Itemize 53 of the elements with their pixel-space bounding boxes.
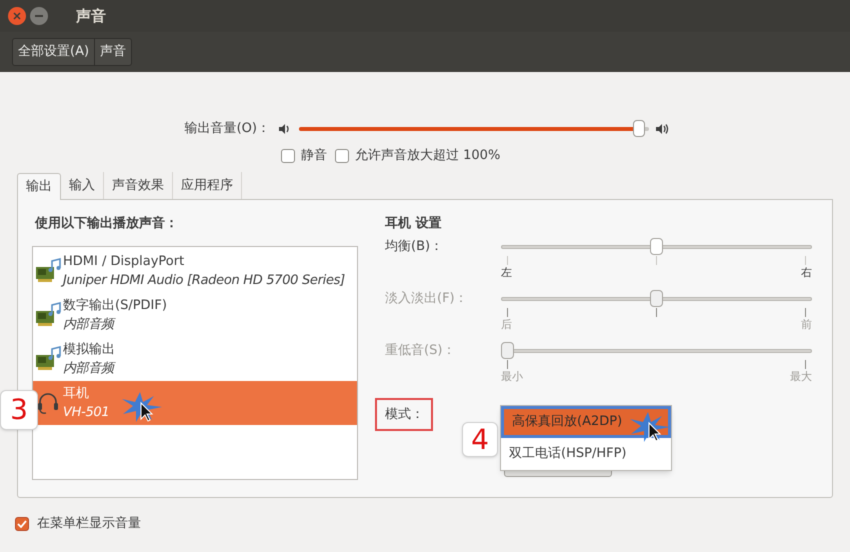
device-row[interactable]: HDMI / DisplayPort Juniper HDMI Audio [Radeon HD 5700 Series]	[33, 249, 357, 293]
close-button[interactable]	[8, 7, 26, 25]
device-name: HDMI / DisplayPort	[63, 253, 186, 271]
click-cursor-icon	[120, 390, 164, 424]
slider-track[interactable]	[501, 238, 812, 256]
volume-slider[interactable]	[299, 120, 649, 138]
slider-max-label: 前	[801, 318, 812, 332]
section-heading: 使用以下输出播放声音：	[35, 214, 179, 232]
headset-icon	[35, 390, 61, 416]
slider-max-label: 右	[801, 266, 812, 280]
checkbox[interactable]	[281, 149, 295, 163]
sound-card-icon	[35, 302, 61, 328]
slider-max-label: 最大	[790, 370, 812, 384]
window-title: 声音	[76, 6, 106, 27]
slider-thumb[interactable]	[650, 238, 663, 255]
slider-min-label: 左	[501, 266, 512, 280]
step-badge: 3	[0, 390, 38, 430]
slider-label: 均衡(B)：	[385, 238, 444, 256]
minimize-button[interactable]	[30, 7, 48, 25]
slider-min-label: 后	[501, 318, 512, 332]
section-heading: 耳机 设置	[385, 215, 443, 232]
sound-card-icon	[35, 258, 61, 284]
mode-label: 模式：	[385, 406, 424, 424]
device-name: 模拟输出	[63, 341, 115, 359]
sound-card-icon	[35, 346, 61, 372]
device-description: VH-501	[63, 404, 110, 422]
checkbox[interactable]	[335, 149, 349, 163]
checkbox-label: 允许声音放大超过 100%	[355, 147, 500, 166]
slider-label: 淡入淡出(F)：	[385, 290, 469, 308]
checkbox[interactable]	[15, 516, 29, 531]
breadcrumb-button[interactable]: 声音	[94, 39, 132, 65]
slider-thumb[interactable]	[632, 120, 644, 137]
device-row[interactable]: 模拟输出 内部音频	[33, 337, 357, 381]
close-icon	[13, 12, 21, 20]
checkmark-icon	[17, 520, 27, 528]
device-description: Juniper HDMI Audio [Radeon HD 5700 Series]	[63, 272, 345, 290]
menu-item[interactable]: 高保真回放(A2DP)	[501, 406, 671, 438]
checkbox-label: 在菜单栏显示音量	[37, 515, 141, 533]
slider-min-label: 最小	[501, 370, 523, 384]
slider-label: 重低音(S)：	[385, 342, 456, 360]
device-name: 耳机	[63, 385, 90, 403]
menu-item[interactable]: 双工电话(HSP/HFP)	[501, 438, 671, 470]
tab[interactable]: 输出	[17, 173, 61, 200]
breadcrumb-button[interactable]: 全部设置(A)	[13, 39, 94, 65]
output-volume-label: 输出音量(O)：	[184, 120, 270, 138]
minimize-icon	[35, 15, 43, 17]
device-description: 内部音频	[63, 316, 117, 334]
speaker-loud-icon	[655, 123, 670, 135]
checkbox-label: 静音	[301, 147, 327, 166]
device-name: 数字输出(S/PDIF)	[63, 297, 167, 315]
step-badge: 4	[462, 422, 498, 457]
device-row[interactable]: 数字输出(S/PDIF) 内部音频	[33, 293, 357, 337]
device-description: 内部音频	[63, 360, 115, 378]
